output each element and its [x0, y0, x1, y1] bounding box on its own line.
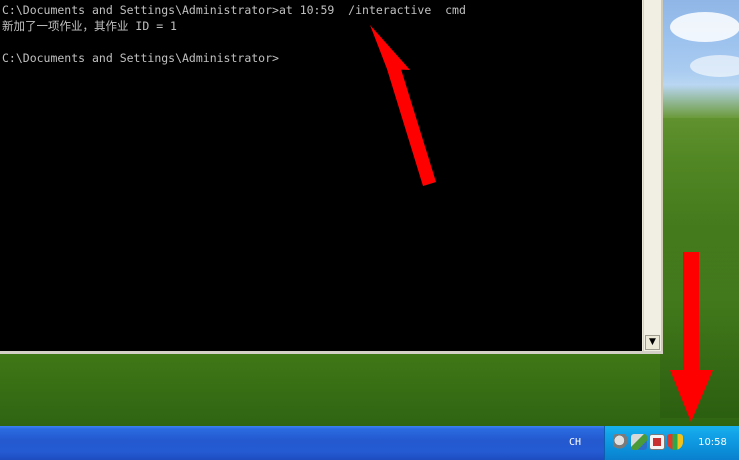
console-line: C:\Documents and Settings\Administrator>…	[2, 3, 466, 17]
network-icon[interactable]	[613, 434, 629, 450]
security-shield-icon[interactable]	[667, 434, 683, 450]
arrow-shaft	[683, 252, 699, 372]
satellite-icon[interactable]	[631, 434, 647, 450]
taskbar: CH 10:58	[0, 426, 739, 460]
wallpaper-cloud	[690, 55, 739, 77]
console-output-area[interactable]: C:\Documents and Settings\Administrator>…	[0, 0, 642, 351]
language-indicator[interactable]: CH	[564, 433, 586, 453]
annotation-arrow-clock	[670, 252, 713, 422]
vertical-scrollbar[interactable]: ▼	[643, 0, 662, 351]
arrow-head	[370, 25, 410, 70]
update-icon[interactable]	[649, 434, 665, 450]
taskbar-clock[interactable]: 10:58	[690, 426, 735, 460]
window-right-border	[661, 0, 663, 354]
chevron-down-icon: ▼	[649, 337, 656, 347]
command-prompt-window[interactable]: C:\Documents and Settings\Administrator>…	[0, 0, 663, 354]
arrow-shaft	[387, 66, 436, 186]
wallpaper-cloud	[670, 12, 739, 42]
scroll-down-button[interactable]: ▼	[645, 335, 660, 350]
arrow-head	[670, 370, 713, 422]
system-tray: 10:58	[604, 426, 739, 460]
annotation-arrow-command	[370, 25, 436, 186]
window-bottom-border[interactable]	[0, 351, 663, 354]
